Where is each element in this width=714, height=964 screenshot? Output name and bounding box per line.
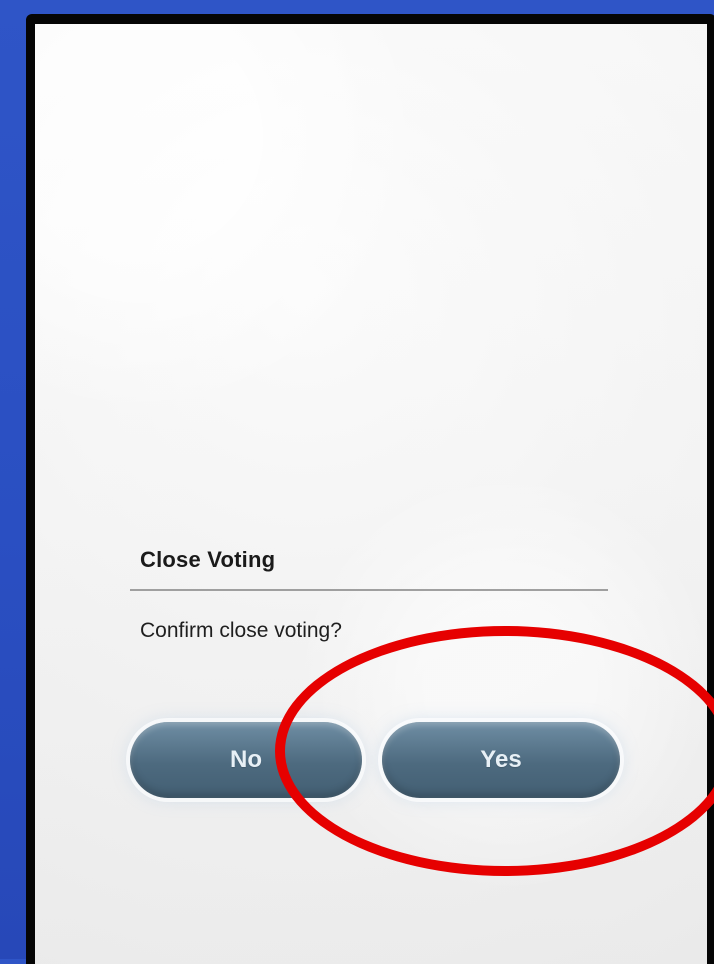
title-divider: [130, 589, 608, 591]
screenshot-stage: Close Voting Confirm close voting? No Ye…: [0, 0, 714, 964]
phone-screen: Close Voting Confirm close voting? No Ye…: [35, 24, 707, 964]
phone-frame: Close Voting Confirm close voting? No Ye…: [26, 14, 714, 964]
yes-button-label: Yes: [480, 746, 522, 773]
close-voting-dialog: Close Voting Confirm close voting? No Ye…: [130, 524, 620, 824]
dialog-title: Close Voting: [140, 547, 276, 572]
no-button[interactable]: No: [130, 722, 362, 798]
dialog-message: Confirm close voting?: [140, 619, 342, 642]
no-button-label: No: [230, 746, 262, 773]
yes-button[interactable]: Yes: [382, 722, 620, 798]
